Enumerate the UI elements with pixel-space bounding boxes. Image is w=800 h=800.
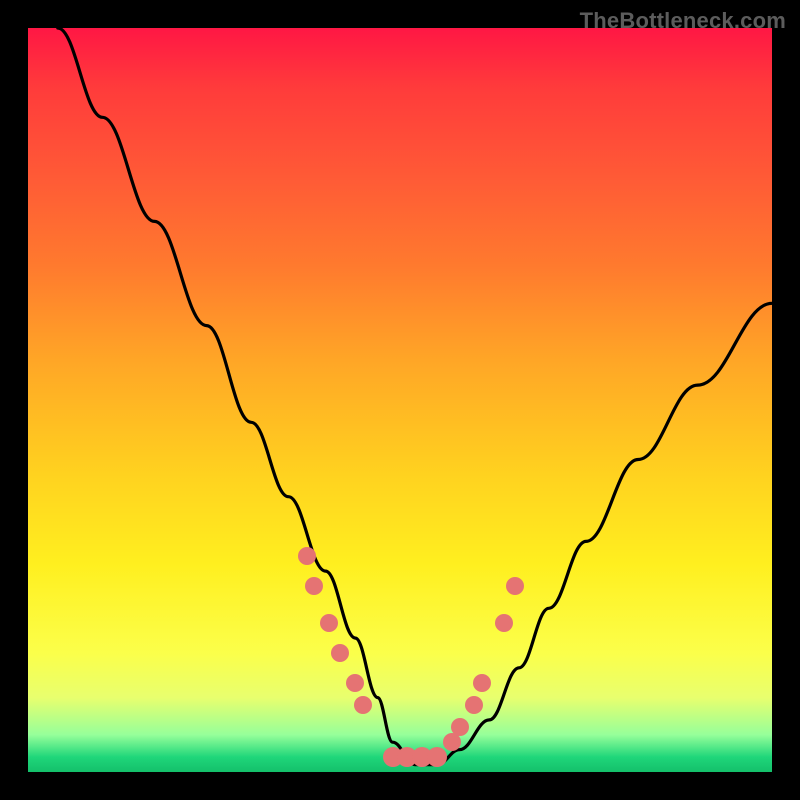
marker-dot bbox=[465, 696, 483, 714]
marker-dot bbox=[427, 747, 447, 767]
marker-dot bbox=[354, 696, 372, 714]
marker-dot bbox=[451, 718, 469, 736]
marker-dot bbox=[506, 577, 524, 595]
marker-dot bbox=[298, 547, 316, 565]
marker-dot bbox=[495, 614, 513, 632]
marker-dot bbox=[346, 674, 364, 692]
marker-dot bbox=[320, 614, 338, 632]
watermark-text: TheBottleneck.com bbox=[580, 8, 786, 34]
marker-dot bbox=[305, 577, 323, 595]
marker-dot bbox=[331, 644, 349, 662]
curve-line bbox=[28, 28, 772, 772]
plot-area bbox=[28, 28, 772, 772]
marker-dot bbox=[473, 674, 491, 692]
